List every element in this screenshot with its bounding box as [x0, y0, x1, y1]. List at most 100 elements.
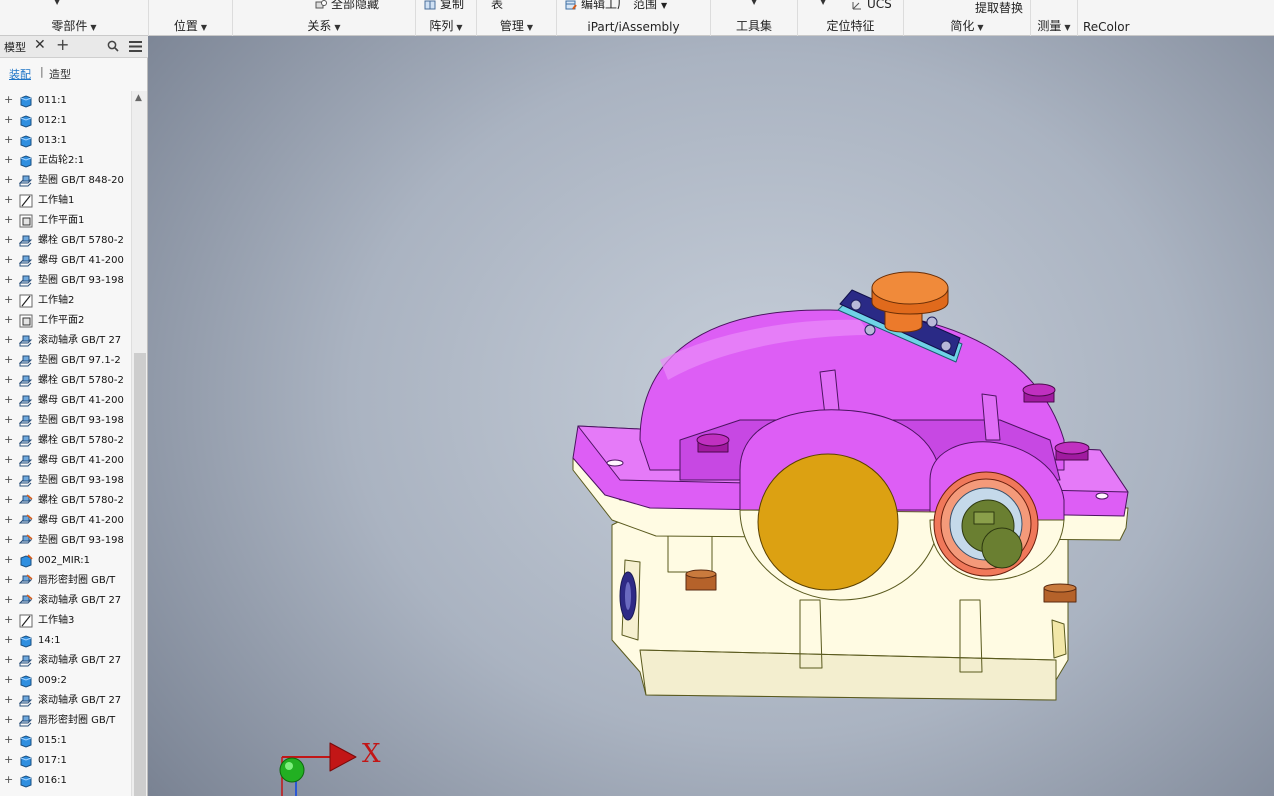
- view-triad[interactable]: [279, 742, 357, 796]
- expand-icon[interactable]: +: [4, 314, 13, 325]
- mode-modeling-link[interactable]: 造型: [49, 66, 71, 82]
- expand-icon[interactable]: +: [4, 534, 13, 545]
- expand-icon[interactable]: +: [4, 354, 13, 365]
- add-tab-icon[interactable]: +: [56, 35, 69, 54]
- tree-node[interactable]: + 垫圈 GB/T 93-198: [0, 531, 132, 551]
- expand-icon[interactable]: +: [4, 254, 13, 265]
- expand-icon[interactable]: +: [4, 654, 13, 665]
- tree-node[interactable]: + 螺母 GB/T 41-200: [0, 451, 132, 471]
- tree-node[interactable]: +012:1: [0, 111, 132, 131]
- ucs-button[interactable]: UCS: [851, 0, 892, 12]
- expand-icon[interactable]: +: [4, 734, 13, 745]
- ribbon-group-ipart[interactable]: 编辑工厂 范围 ▼ iPart/iAssembly: [557, 0, 711, 36]
- tree-node[interactable]: + 工作轴2: [0, 291, 132, 311]
- table-button[interactable]: 表: [491, 0, 503, 12]
- expand-icon[interactable]: +: [4, 334, 13, 345]
- tree-node[interactable]: + 唇形密封圈 GB/T: [0, 571, 132, 591]
- expand-icon[interactable]: +: [4, 114, 13, 125]
- gear-end-cap[interactable]: [757, 453, 899, 591]
- foot-nut-left[interactable]: [685, 569, 717, 591]
- expand-icon[interactable]: +: [4, 754, 13, 765]
- expand-icon[interactable]: +: [4, 434, 13, 445]
- tree-node[interactable]: + 滚动轴承 GB/T 27: [0, 591, 132, 611]
- copy-button[interactable]: 复制: [424, 0, 464, 12]
- edit-factory-button[interactable]: 编辑工厂: [565, 0, 629, 12]
- expand-icon[interactable]: +: [4, 274, 13, 285]
- expand-icon[interactable]: +: [4, 474, 13, 485]
- tree-node[interactable]: + 垫圈 GB/T 93-198: [0, 471, 132, 491]
- expand-icon[interactable]: +: [4, 634, 13, 645]
- expand-icon[interactable]: +: [4, 714, 13, 725]
- cover-bolt-3[interactable]: [1054, 441, 1090, 461]
- expand-icon[interactable]: +: [4, 614, 13, 625]
- graphics-viewport[interactable]: X: [148, 36, 1274, 796]
- expand-icon[interactable]: +: [4, 294, 13, 305]
- show-all-button[interactable]: 全部隐藏: [315, 0, 379, 12]
- ribbon-group-manage[interactable]: 表 管理 ▼: [477, 0, 557, 36]
- browser-scrollbar[interactable]: ▲: [131, 91, 147, 796]
- expand-icon[interactable]: +: [4, 454, 13, 465]
- extract-replace-button[interactable]: 提取替换: [975, 0, 1023, 16]
- tree-node[interactable]: + 滚动轴承 GB/T 27: [0, 331, 132, 351]
- tree-node[interactable]: + 滚动轴承 GB/T 27: [0, 651, 132, 671]
- tree-node[interactable]: +016:1: [0, 771, 132, 791]
- range-button[interactable]: 范围 ▼: [633, 0, 667, 12]
- tree-node[interactable]: + 滚动轴承 GB/T 27: [0, 691, 132, 711]
- expand-icon[interactable]: +: [4, 494, 13, 505]
- menu-icon[interactable]: [129, 41, 142, 52]
- scrollbar-thumb[interactable]: [134, 353, 146, 796]
- tree-node[interactable]: + 螺母 GB/T 41-200: [0, 511, 132, 531]
- tree-node[interactable]: +017:1: [0, 751, 132, 771]
- tree-node[interactable]: + 工作轴1: [0, 191, 132, 211]
- expand-icon[interactable]: +: [4, 134, 13, 145]
- expand-icon[interactable]: +: [4, 374, 13, 385]
- dropdown-arrow-icon[interactable]: ▼: [751, 0, 757, 6]
- tree-node[interactable]: +009:2: [0, 671, 132, 691]
- expand-icon[interactable]: +: [4, 694, 13, 705]
- expand-icon[interactable]: +: [4, 194, 13, 205]
- expand-icon[interactable]: +: [4, 154, 13, 165]
- ribbon-group-pattern[interactable]: 复制 阵列 ▼: [416, 0, 477, 36]
- dropdown-arrow-icon[interactable]: ▼: [54, 0, 60, 6]
- expand-icon[interactable]: +: [4, 174, 13, 185]
- expand-icon[interactable]: +: [4, 514, 13, 525]
- foot-nut-right[interactable]: [1043, 583, 1077, 603]
- search-icon[interactable]: [107, 40, 119, 52]
- tree-node[interactable]: + 螺栓 GB/T 5780-2: [0, 431, 132, 451]
- tree-node[interactable]: + 工作轴3: [0, 611, 132, 631]
- ribbon-group-position[interactable]: 位置 ▼: [149, 0, 233, 36]
- expand-icon[interactable]: +: [4, 574, 13, 585]
- tree-node[interactable]: + 正齿轮2:1: [0, 151, 132, 171]
- expand-icon[interactable]: +: [4, 94, 13, 105]
- tree-node[interactable]: + 螺母 GB/T 41-200: [0, 391, 132, 411]
- assembly-model[interactable]: [148, 36, 1274, 796]
- expand-icon[interactable]: +: [4, 594, 13, 605]
- tree-node[interactable]: + 螺母 GB/T 41-200: [0, 251, 132, 271]
- ribbon-group-measure[interactable]: 测量 ▼: [1031, 0, 1078, 36]
- expand-icon[interactable]: +: [4, 394, 13, 405]
- dropdown-arrow-icon[interactable]: ▼: [820, 0, 826, 6]
- cover-bolt-2[interactable]: [1022, 383, 1056, 403]
- cover-bolt-1[interactable]: [696, 433, 730, 453]
- tree-node[interactable]: + 螺栓 GB/T 5780-2: [0, 491, 132, 511]
- ribbon-group-work-features[interactable]: ▼ UCS 定位特征: [798, 0, 904, 36]
- tree-node[interactable]: + 垫圈 GB/T 93-198: [0, 411, 132, 431]
- expand-icon[interactable]: +: [4, 554, 13, 565]
- tree-node[interactable]: +013:1: [0, 131, 132, 151]
- tree-node[interactable]: + 唇形密封圈 GB/T: [0, 711, 132, 731]
- tree-node[interactable]: + 工作平面2: [0, 311, 132, 331]
- tree-node[interactable]: +002_MIR:1: [0, 551, 132, 571]
- expand-icon[interactable]: +: [4, 214, 13, 225]
- tree-node[interactable]: + 工作平面1: [0, 211, 132, 231]
- tree-node[interactable]: + 螺栓 GB/T 5780-2: [0, 371, 132, 391]
- expand-icon[interactable]: +: [4, 774, 13, 785]
- tree-node[interactable]: + 垫圈 GB/T 93-198: [0, 271, 132, 291]
- tree-node[interactable]: +011:1: [0, 91, 132, 111]
- scroll-up-icon[interactable]: ▲: [135, 93, 142, 103]
- close-icon[interactable]: ✕: [34, 37, 46, 53]
- tree-node[interactable]: +015:1: [0, 731, 132, 751]
- ribbon-group-recolor[interactable]: ReColor: [1078, 0, 1274, 36]
- tree-node[interactable]: + 螺栓 GB/T 5780-2: [0, 231, 132, 251]
- expand-icon[interactable]: +: [4, 674, 13, 685]
- tree-node[interactable]: + 垫圈 GB/T 848-20: [0, 171, 132, 191]
